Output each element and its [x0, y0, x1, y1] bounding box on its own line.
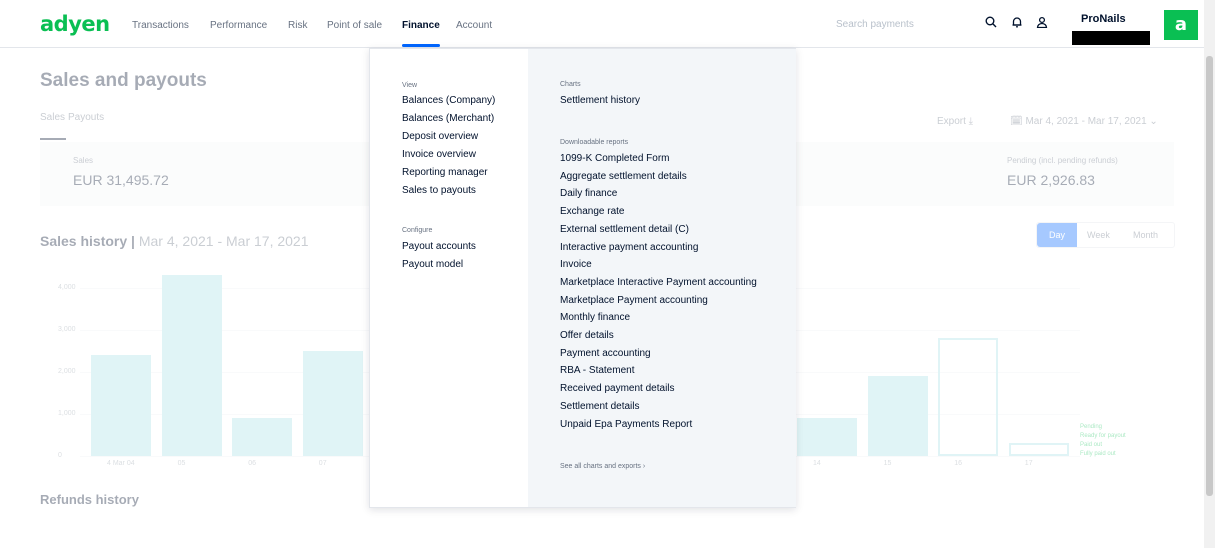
menu-item-report[interactable]: Marketplace Payment accounting [560, 295, 708, 306]
menu-item-report[interactable]: Exchange rate [560, 206, 625, 217]
chart-legend-item: Fully paid out [1080, 451, 1116, 457]
y-axis-tick: 0 [58, 452, 62, 459]
period-day-button[interactable]: Day [1037, 223, 1078, 247]
menu-item-report[interactable]: Unpaid Epa Payments Report [560, 419, 692, 430]
x-axis-tick: 06 [248, 460, 256, 467]
menu-item-report[interactable]: Aggregate settlement details [560, 171, 687, 182]
chart-bar[interactable] [232, 418, 293, 456]
reports-section-label: Downloadable reports [560, 139, 629, 146]
export-button[interactable]: Export ⤓ [937, 116, 973, 127]
chart-bar[interactable] [867, 376, 928, 456]
user-icon[interactable] [1036, 16, 1048, 31]
active-tab-indicator [40, 138, 66, 140]
y-axis-tick: 2,000 [58, 368, 76, 375]
menu-item-report[interactable]: Payment accounting [560, 348, 651, 359]
chart-legend-item: Ready for payout [1080, 433, 1126, 439]
redacted-account-detail [1072, 31, 1150, 45]
y-axis-tick: 1,000 [58, 410, 76, 417]
nav-transactions[interactable]: Transactions [132, 20, 189, 31]
account-name[interactable]: ProNails [1081, 13, 1126, 25]
view-section-label: View [402, 82, 418, 89]
nav-risk[interactable]: Risk [288, 20, 307, 31]
nav-account[interactable]: Account [456, 20, 492, 31]
menu-item-report[interactable]: Interactive payment accounting [560, 242, 698, 253]
y-axis-tick: 3,000 [58, 326, 76, 333]
sales-history-range: Mar 4, 2021 - Mar 17, 2021 [138, 233, 309, 249]
y-axis-tick: 4,000 [58, 284, 76, 291]
menu-item-report[interactable]: Daily finance [560, 188, 617, 199]
charts-section-label: Charts [560, 81, 581, 88]
chart-bar[interactable] [797, 418, 857, 456]
x-axis-tick: 15 [883, 460, 892, 467]
bell-icon[interactable] [1011, 16, 1023, 31]
account-switcher-badge[interactable]: a [1164, 10, 1198, 40]
search-icon[interactable] [985, 16, 997, 31]
pending-label: Pending (incl. pending refunds) [1007, 156, 1118, 165]
pending-value: EUR 2,926.83 [1007, 172, 1095, 188]
x-axis-tick: 07 [318, 460, 327, 467]
nav-finance[interactable]: Finance [402, 20, 440, 31]
scrollbar-thumb[interactable] [1206, 56, 1213, 496]
see-all-exports-link[interactable]: See all charts and exports › [560, 463, 645, 470]
adyen-logo[interactable]: adyen [40, 12, 110, 36]
x-axis-tick: 16 [954, 460, 962, 467]
date-range-picker[interactable]: 🗓 Mar 4, 2021 - Mar 17, 2021 ⌄ [1010, 116, 1158, 127]
configure-section-label: Configure [402, 227, 433, 234]
menu-item-view[interactable]: Balances (Merchant) [402, 113, 494, 124]
chart-bar[interactable] [161, 275, 222, 456]
search-input[interactable]: Search payments [836, 19, 914, 30]
menu-item-view[interactable]: Sales to payouts [402, 185, 476, 196]
chart-bar[interactable] [938, 338, 999, 456]
chart-bar[interactable] [1008, 443, 1069, 456]
sales-history-label: Sales history | [40, 233, 135, 249]
menu-item-view[interactable]: Reporting manager [402, 167, 488, 178]
menu-item-report[interactable]: RBA - Statement [560, 365, 634, 376]
x-axis-tick: 4 Mar 04 [107, 460, 135, 467]
page-title: Sales and payouts [40, 70, 207, 91]
menu-item-report[interactable]: Offer details [560, 330, 614, 341]
chart-legend-item: Paid out [1080, 442, 1103, 448]
menu-item-configure[interactable]: Payout accounts [402, 241, 476, 252]
sales-label: Sales [73, 156, 94, 165]
menu-item-view[interactable]: Balances (Company) [402, 95, 495, 106]
nav-performance[interactable]: Performance [210, 20, 267, 31]
period-toggle: Day Week Month [1036, 222, 1175, 248]
menu-item-view[interactable]: Invoice overview [402, 149, 476, 160]
x-axis-tick: 05 [177, 460, 186, 467]
refunds-history-title: Refunds history [40, 492, 139, 507]
tab-payouts[interactable]: Payouts [68, 112, 104, 123]
menu-item-report[interactable]: Settlement details [560, 401, 640, 412]
menu-item-chart[interactable]: Settlement history [560, 95, 640, 106]
chart-legend-item: Pending [1080, 424, 1103, 430]
sales-value: EUR 31,495.72 [73, 172, 169, 188]
menu-item-report[interactable]: Received payment details [560, 383, 675, 394]
tab-sales[interactable]: Sales [40, 112, 65, 123]
menu-item-report[interactable]: Marketplace Interactive Payment accounti… [560, 277, 757, 288]
finance-dropdown-menu: View Balances (Company) Balances (Merchant… [369, 48, 796, 508]
menu-item-view[interactable]: Deposit overview [402, 131, 478, 142]
chart-bar[interactable] [91, 355, 151, 456]
sales-history-title: Sales history | Mar 4, 2021 - Mar 17, 20… [40, 233, 309, 249]
x-axis-tick: 14 [813, 460, 821, 467]
menu-item-report[interactable]: Monthly finance [560, 312, 630, 323]
menu-item-report[interactable]: External settlement detail (C) [560, 224, 689, 235]
active-nav-indicator [402, 44, 440, 47]
chart-bar[interactable] [302, 351, 363, 456]
x-axis-tick: 17 [1024, 460, 1033, 467]
period-week-button[interactable]: Week [1087, 230, 1110, 240]
nav-point-of-sale[interactable]: Point of sale [327, 20, 382, 31]
menu-item-configure[interactable]: Payout model [402, 259, 463, 270]
menu-item-report[interactable]: 1099-K Completed Form [560, 153, 670, 164]
menu-item-report[interactable]: Invoice [560, 259, 592, 270]
period-month-button[interactable]: Month [1133, 230, 1158, 240]
top-navigation: adyen Transactions Performance Risk Poin… [0, 0, 1204, 48]
